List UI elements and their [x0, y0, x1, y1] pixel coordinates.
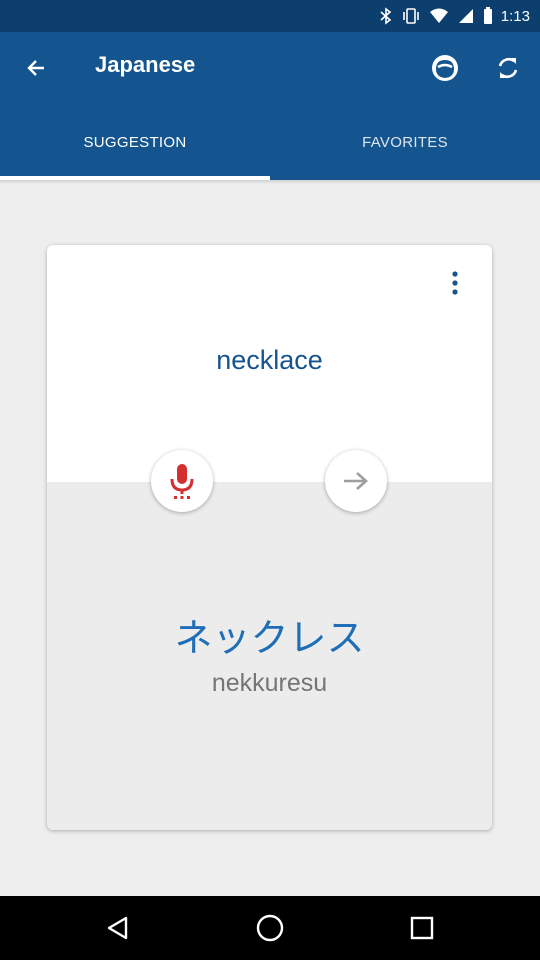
microphone-icon — [170, 464, 194, 499]
nav-back-button[interactable] — [94, 904, 142, 952]
nav-home-button[interactable] — [246, 904, 294, 952]
microphone-button[interactable] — [151, 450, 213, 512]
tab-favorites[interactable]: FAVORITES — [270, 104, 540, 180]
status-time: 1:13 — [500, 7, 530, 25]
arrow-right-icon — [344, 472, 368, 490]
next-button[interactable] — [325, 450, 387, 512]
nav-recents-icon — [410, 916, 434, 940]
page-title: Japanese — [95, 52, 196, 77]
status-bar: 1:13 — [0, 0, 540, 32]
back-button[interactable] — [14, 46, 58, 90]
tab-suggestion-label: SUGGESTION — [83, 133, 187, 151]
wifi-icon — [429, 8, 448, 23]
tab-favorites-label: FAVORITES — [362, 133, 448, 151]
flashcard: necklace ネックレス nekkuresu — [47, 245, 492, 830]
romanization-text: nekkuresu — [211, 669, 328, 697]
card-top-section: necklace — [47, 245, 492, 482]
bluetooth-icon — [380, 7, 392, 25]
back-arrow-icon — [27, 60, 44, 76]
more-options-button[interactable] — [441, 265, 469, 301]
face-button[interactable] — [423, 46, 467, 90]
tab-shadow — [0, 180, 540, 184]
tab-bar: SUGGESTION FAVORITES — [0, 104, 540, 180]
translation-text: ネックレス — [174, 618, 365, 660]
face-icon — [432, 55, 458, 81]
refresh-button[interactable] — [486, 46, 530, 90]
navigation-bar — [0, 896, 540, 960]
nav-recents-button[interactable] — [398, 904, 446, 952]
source-word: necklace — [216, 345, 323, 375]
nav-home-icon — [256, 914, 284, 942]
app-bar: Japanese — [0, 32, 540, 104]
vibrate-icon — [402, 8, 419, 24]
status-icons: 1:13 — [379, 0, 530, 32]
refresh-icon — [498, 58, 518, 78]
battery-icon — [483, 7, 492, 24]
more-vert-icon — [452, 271, 458, 295]
nav-back-icon — [107, 916, 128, 940]
tab-suggestion[interactable]: SUGGESTION — [0, 104, 270, 180]
signal-icon — [458, 9, 473, 23]
